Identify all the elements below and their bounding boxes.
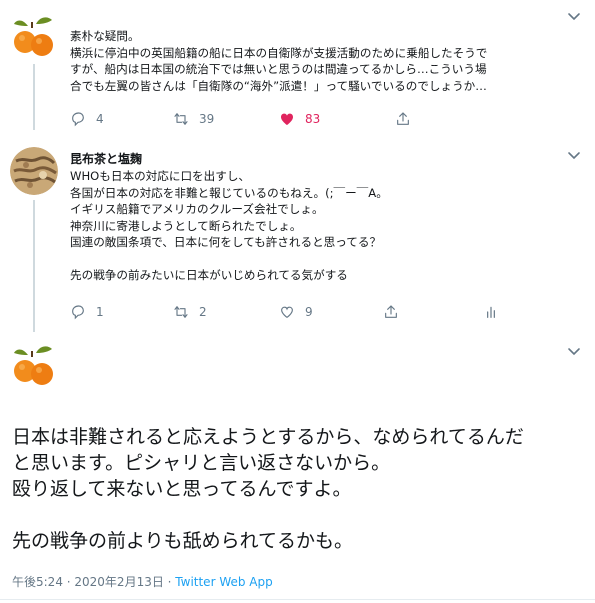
share-icon xyxy=(385,305,397,318)
tweet-line: 神奈川に寄港しようとして断られたでしょ。 xyxy=(70,218,302,233)
reply-button[interactable]: 4 xyxy=(70,111,173,127)
tweet2-actions: 1 2 9 xyxy=(70,304,509,320)
reply-count: 4 xyxy=(96,112,104,126)
heart-filled-icon xyxy=(281,113,293,125)
divider xyxy=(0,599,595,600)
analytics-button[interactable] xyxy=(483,304,509,320)
retweet-button[interactable]: 2 xyxy=(173,304,279,320)
share-button[interactable] xyxy=(383,304,483,320)
like-button[interactable]: 9 xyxy=(279,304,383,320)
thread-line xyxy=(33,64,35,130)
main-tweet-body: 日本は非難されると応えようとするから、なめられてるんだ と思います。ピシャリと言… xyxy=(12,424,587,554)
tweet-line: と思います。ピシャリと言い返さないから。 xyxy=(12,452,391,474)
retweet-icon xyxy=(174,113,188,125)
tweet-line: 合でも左翼の皆さんは「自衛隊の“海外”派遣！」って騒いでいるのでしょうか… xyxy=(70,78,487,93)
like-count: 9 xyxy=(305,305,313,319)
tweet1-body: 素朴な疑問。 横浜に停泊中の英国船籍の船に日本の自衛隊が支援活動のために乗船した… xyxy=(70,28,580,94)
tweet-line: WHOも日本の対応に口を出すし、 xyxy=(70,169,251,183)
heart-icon xyxy=(281,306,293,319)
tweet-line: 日本は非難されると応えようとするから、なめられてるんだ xyxy=(12,426,524,448)
reply-count: 1 xyxy=(96,305,104,319)
kombucha-avatar-icon xyxy=(10,147,58,195)
source-link[interactable]: Twitter Web App xyxy=(175,575,272,589)
reply-button[interactable]: 1 xyxy=(70,304,173,320)
orange-avatar-icon xyxy=(14,17,53,56)
chevron-down-icon[interactable] xyxy=(565,8,583,26)
author-name[interactable]: 昆布茶と塩麹 xyxy=(70,150,142,167)
avatar-tweet1[interactable] xyxy=(10,12,58,60)
avatar-tweet2[interactable] xyxy=(10,147,58,195)
tweet-line: イギリス船籍でアメリカのクルーズ会社でしょ。 xyxy=(70,202,324,216)
thread-line xyxy=(33,200,35,332)
analytics-icon xyxy=(487,306,495,318)
tweet-line: 素朴な疑問。 xyxy=(70,29,140,43)
tweet-metadata: 午後5:24 · 2020年2月13日 · Twitter Web App xyxy=(12,573,273,590)
tweet-line: すが、船内は日本国の統治下では無いと思うのは間違ってるかしら…こういう場 xyxy=(70,62,487,76)
tweet-line: 殴り返して来ないと思ってるんですよ。 xyxy=(12,478,352,500)
retweet-count: 39 xyxy=(199,112,215,126)
reply-icon xyxy=(72,305,84,320)
chevron-down-icon[interactable] xyxy=(565,147,583,165)
like-count: 83 xyxy=(305,112,321,126)
share-icon xyxy=(397,112,409,125)
retweet-button[interactable]: 39 xyxy=(173,111,279,127)
reply-icon xyxy=(72,112,84,127)
tweet-line: 横浜に停泊中の英国船籍の船に日本の自衛隊が支援活動のために乗船したそうで xyxy=(70,45,488,60)
tweet-line: 先の戦争の前よりも舐められてるかも。 xyxy=(12,530,354,552)
orange-avatar-icon xyxy=(14,346,53,385)
retweet-icon xyxy=(174,306,188,318)
chevron-down-icon[interactable] xyxy=(565,343,583,361)
retweet-count: 2 xyxy=(199,305,207,319)
avatar-main[interactable] xyxy=(10,341,58,389)
tweet-line: 先の戦争の前みたいに日本がいじめられてる気がする xyxy=(70,268,348,282)
like-button[interactable]: 83 xyxy=(279,111,395,127)
tweet1-actions: 4 39 83 xyxy=(70,111,421,127)
tweet-line: 国連の敵国条項で、日本に何をしても許されると思ってる？ xyxy=(70,235,382,249)
tweet2-body: WHOも日本の対応に口を出すし、 各国が日本の対応を非難と報じているのもねえ。(… xyxy=(70,168,570,284)
timestamp[interactable]: 午後5:24 · 2020年2月13日 · xyxy=(12,575,175,589)
tweet-line: 各国が日本の対応を非難と報じているのもねえ。(;￣ー￣A。 xyxy=(70,185,388,200)
share-button[interactable] xyxy=(395,111,421,127)
